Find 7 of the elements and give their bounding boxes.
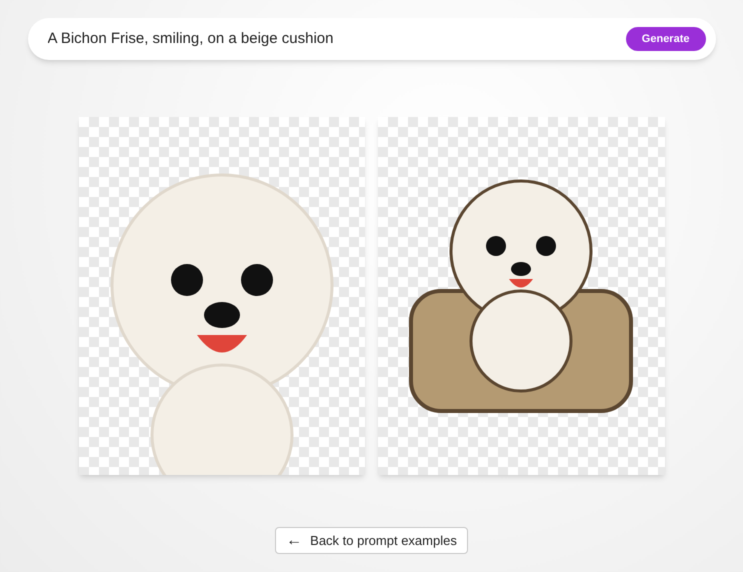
generated-sticker-image[interactable] (78, 117, 365, 475)
generated-sticker-image[interactable] (378, 117, 664, 475)
generate-button[interactable]: Generate (626, 27, 706, 51)
back-button[interactable]: ← Back to prompt examples (275, 527, 468, 554)
prompt-input[interactable]: A Bichon Frise, smiling, on a beige cushion (48, 28, 618, 50)
prompt-field[interactable]: A Bichon Frise, smiling, on a beige cushion Generate (28, 18, 716, 60)
back-arrow-icon: ← (286, 532, 302, 548)
